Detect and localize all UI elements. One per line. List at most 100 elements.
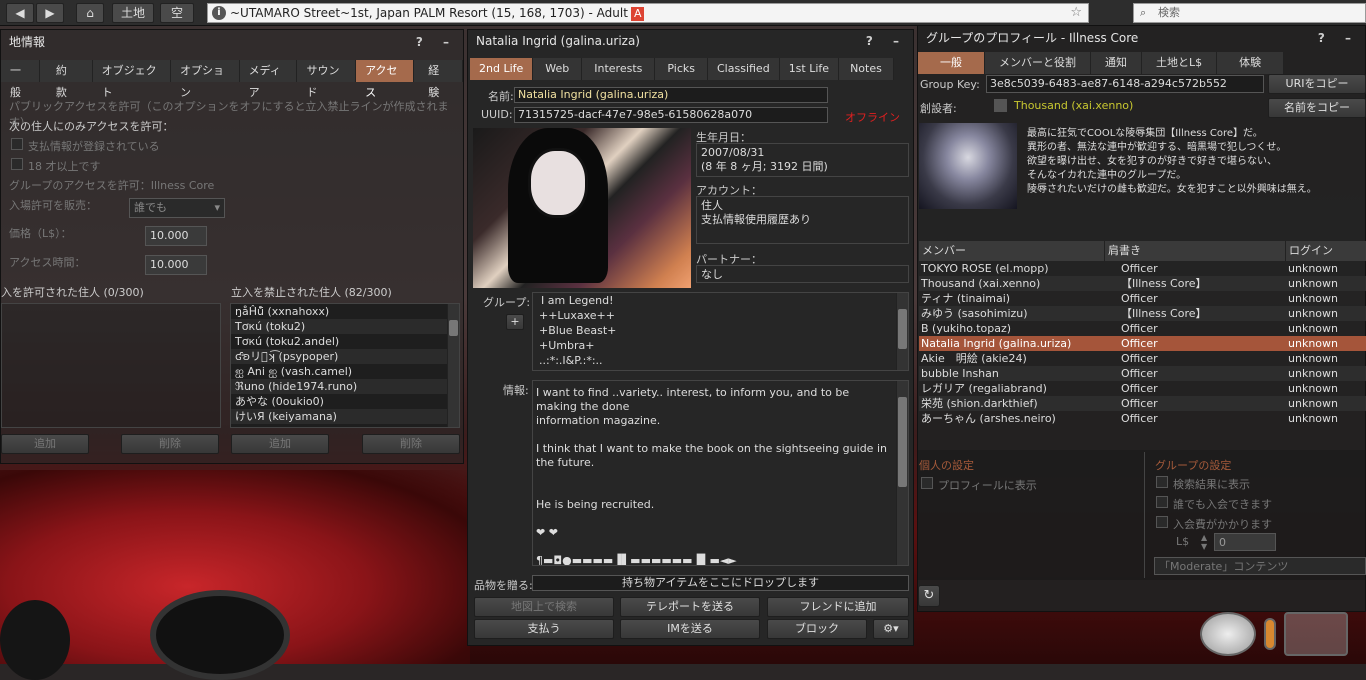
tab-2nd-life[interactable]: 2nd Life: [470, 58, 534, 80]
list-item[interactable]: ʛ̛ʚリル̈ʞ͡ (psypoper): [231, 349, 459, 364]
show-in-profile-checkbox[interactable]: [921, 477, 933, 489]
about-text[interactable]: I want to find ..variety.. interest, to …: [532, 380, 909, 566]
fee-stepper[interactable]: ▲ ▼: [1201, 533, 1211, 551]
table-row[interactable]: みゆう (sasohimizu) 【Illness Core】 unknown: [919, 306, 1366, 321]
list-item[interactable]: ..:*:.I&P.:*:..: [533, 353, 908, 368]
list-item[interactable]: +Blue Beast+: [533, 323, 908, 338]
tab-land-money[interactable]: 土地とL$: [1142, 52, 1218, 74]
list-item[interactable]: ℜuno (hide1974.runo): [231, 379, 459, 394]
add-friend-button[interactable]: フレンドに追加: [767, 597, 909, 617]
table-row[interactable]: 栄苑 (shion.darkthief) Officer unknown: [919, 396, 1366, 411]
tab-web[interactable]: Web: [533, 58, 583, 80]
price-input[interactable]: 10.000: [145, 226, 207, 246]
table-row[interactable]: Thousand (xai.xenno) 【Illness Core】 unknow…: [919, 276, 1366, 291]
uuid-field[interactable]: 71315725-dacf-47e7-98e5-61580628a070: [514, 107, 828, 123]
col-member[interactable]: メンバー: [919, 241, 1105, 261]
teleport-button[interactable]: テレポートを送る: [620, 597, 760, 617]
list-item[interactable]: ++Luxaxe++: [533, 308, 908, 323]
fee-input[interactable]: 0: [1214, 533, 1276, 551]
list-item[interactable]: Tơкú (toku2.andel): [231, 334, 459, 349]
profile-picture[interactable]: [473, 128, 691, 288]
list-item[interactable]: あやな (0oukio0): [231, 394, 459, 409]
forward-button[interactable]: ▶: [36, 3, 64, 23]
back-button[interactable]: ◀: [6, 3, 34, 23]
tab-experiences[interactable]: 体験: [1217, 52, 1285, 74]
table-row[interactable]: レガリア (regaliabrand) Officer unknown: [919, 381, 1366, 396]
col-title[interactable]: 肩書き: [1105, 241, 1286, 261]
banned-add-button[interactable]: 追加: [231, 434, 329, 454]
table-row[interactable]: Akie 明絵 (akie24) Officer unknown: [919, 351, 1366, 366]
tab-classified[interactable]: Classified: [708, 58, 780, 80]
zoom-slider[interactable]: [1264, 618, 1276, 650]
list-item[interactable]: I am Legend!: [533, 293, 908, 308]
table-row[interactable]: B (yukiho.topaz) Officer unknown: [919, 321, 1366, 336]
gear-icon[interactable]: ⚙▾: [873, 619, 909, 639]
list-item[interactable]: Tơкú (toku2): [231, 319, 459, 334]
banned-residents-list[interactable]: ŋåĤů̈ (xxnahoxx) Tơкú (toku2) Tơкú (toku…: [230, 303, 460, 428]
groups-list[interactable]: I am Legend! ++Luxaxe++ +Blue Beast+ +Um…: [532, 292, 909, 371]
copy-uri-button[interactable]: URIをコピー: [1268, 74, 1366, 94]
list-item[interactable]: けいЯ (keiyamana): [231, 409, 459, 424]
maturity-dropdown[interactable]: 「Moderate」コンテンツ: [1154, 557, 1366, 575]
tab-group-general[interactable]: 一般: [918, 52, 985, 74]
info-icon[interactable]: i: [212, 6, 226, 20]
tab-general[interactable]: 一般: [1, 60, 40, 99]
list-item[interactable]: ஐ Ani ஐ (vash.camel): [231, 364, 459, 379]
search-input[interactable]: ⌕ 検索: [1133, 3, 1366, 23]
tab-objects[interactable]: オブジェクト: [92, 60, 172, 99]
send-im-button[interactable]: IMを送る: [620, 619, 760, 639]
show-on-map-button[interactable]: 地図上で検索: [474, 597, 614, 617]
copy-name-button[interactable]: 名前をコピー: [1268, 98, 1366, 118]
add-group-button[interactable]: +: [506, 314, 524, 330]
tab-1st-life[interactable]: 1st Life: [779, 58, 840, 80]
tab-notices[interactable]: 通知: [1091, 52, 1142, 74]
groups-scrollbar[interactable]: [896, 293, 908, 370]
show-in-search-checkbox[interactable]: [1156, 476, 1168, 488]
table-row[interactable]: bubble Inshan Officer unknown: [919, 366, 1366, 381]
open-enrollment-checkbox[interactable]: [1156, 496, 1168, 508]
table-row[interactable]: あーちゃん (arshes.neiro) Officer unknown: [919, 411, 1366, 426]
list-item[interactable]: ŋåĤů̈ (xxnahoxx): [231, 304, 459, 319]
table-row[interactable]: TOKYO ROSE (el.mopp) Officer unknown: [919, 261, 1366, 276]
tab-interests[interactable]: Interests: [582, 58, 656, 80]
tab-picks[interactable]: Picks: [655, 58, 708, 80]
about-scrollbar[interactable]: [896, 381, 908, 565]
access-hours-input[interactable]: 10.000: [145, 255, 207, 275]
favorite-star-icon[interactable]: ☆: [1070, 4, 1082, 22]
banned-list-scrollbar[interactable]: [447, 304, 459, 427]
refresh-icon[interactable]: ↻: [918, 585, 940, 607]
name-field[interactable]: Natalia Ingrid (galina.uriza): [514, 87, 828, 103]
panel-controls[interactable]: ? –: [416, 30, 457, 54]
tab-sound[interactable]: サウンド: [297, 60, 357, 99]
allowed-add-button[interactable]: 追加: [1, 434, 89, 454]
list-item[interactable]: +Umbra+: [533, 338, 908, 353]
group-access-label[interactable]: グループのアクセスを許可：Illness Core: [9, 177, 214, 193]
col-login[interactable]: ログイン: [1286, 241, 1366, 261]
sell-passes-label[interactable]: 入場許可を販売：: [9, 197, 97, 213]
panel-controls[interactable]: ? –: [866, 30, 907, 52]
group-key-field[interactable]: 3e8c5039-6483-ae87-6148-a294c572b552: [986, 75, 1264, 93]
home-button[interactable]: ⌂: [76, 3, 104, 23]
tab-experience[interactable]: 経験: [414, 60, 464, 99]
tab-covenant[interactable]: 約款: [39, 60, 93, 99]
tab-media[interactable]: メディア: [239, 60, 298, 99]
camera-orbit-control[interactable]: [1200, 612, 1256, 656]
panel-controls[interactable]: ? –: [1318, 26, 1359, 50]
camera-pan-control[interactable]: [1284, 612, 1348, 656]
age-18-checkbox[interactable]: [11, 158, 23, 170]
table-row[interactable]: ティナ (tinaimai) Officer unknown: [919, 291, 1366, 306]
payment-registered-checkbox[interactable]: [11, 138, 23, 150]
members-table[interactable]: メンバー 肩書き ログイン TOKYO ROSE (el.mopp) Office…: [919, 241, 1366, 426]
sky-button[interactable]: 空: [160, 3, 194, 23]
block-button[interactable]: ブロック: [767, 619, 867, 639]
table-row-selected[interactable]: Natalia Ingrid (galina.uriza) Officer unkn…: [919, 336, 1366, 351]
give-item-dropzone[interactable]: 持ち物アイテムをここにドロップします: [532, 575, 909, 591]
founder-link[interactable]: Thousand (xai.xenno): [1014, 99, 1133, 112]
pay-button[interactable]: 支払う: [474, 619, 614, 639]
banned-remove-button[interactable]: 削除: [362, 434, 460, 454]
enrollment-fee-checkbox[interactable]: [1156, 516, 1168, 528]
sell-passes-dropdown[interactable]: 誰でも ▾: [129, 198, 225, 218]
allowed-residents-list[interactable]: [1, 303, 221, 428]
land-button[interactable]: 土地: [112, 3, 154, 23]
location-bar[interactable]: i ~UTAMARO Street~1st, Japan PALM Resort…: [207, 3, 1089, 23]
